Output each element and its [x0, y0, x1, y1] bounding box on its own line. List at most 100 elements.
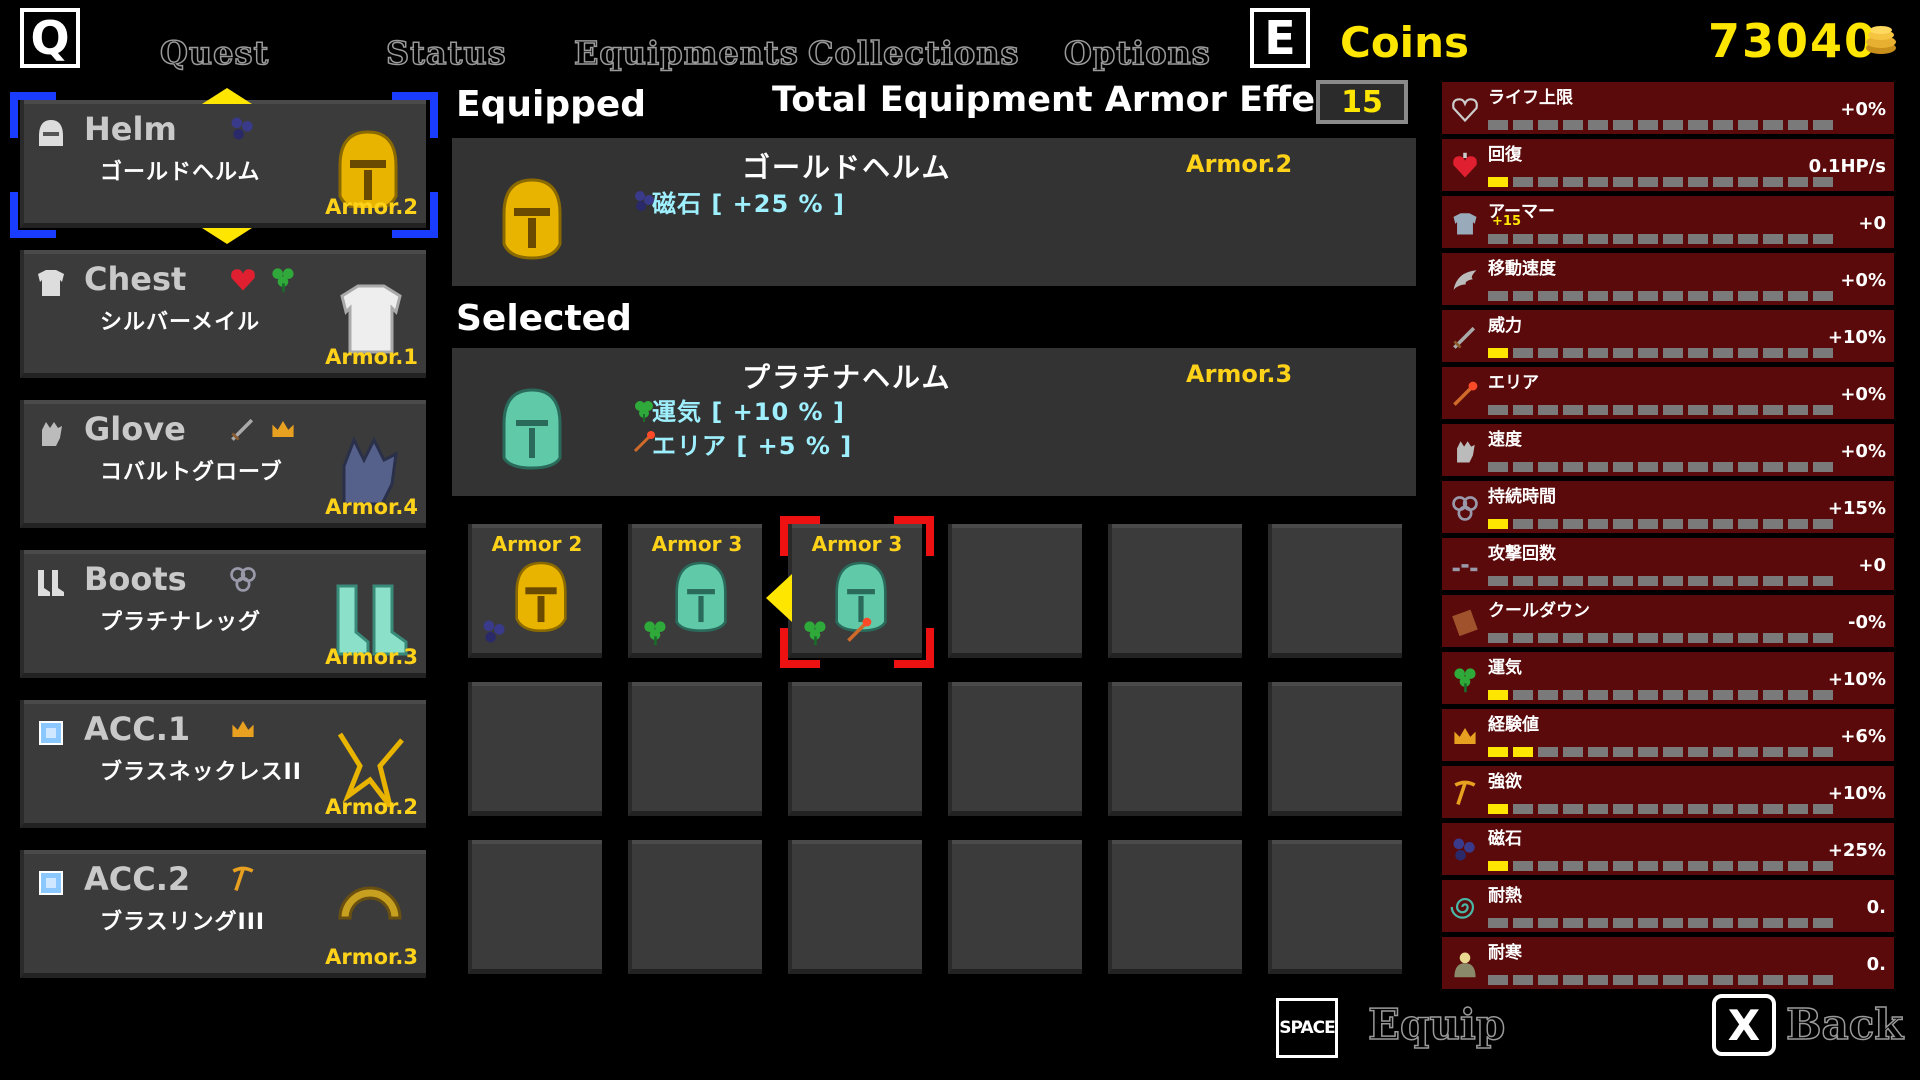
- heart-outline-icon: [1452, 98, 1478, 123]
- inventory-cell[interactable]: [948, 840, 1082, 974]
- stat-bar-segment: [1563, 120, 1583, 130]
- stat-value: +0%: [1840, 384, 1886, 405]
- stat-bar-segment: [1588, 690, 1608, 700]
- stat-bar-segment: [1488, 234, 1508, 244]
- stat-bar-segment: [1688, 975, 1708, 985]
- inventory-cell[interactable]: [468, 840, 602, 974]
- stat-row: クールダウン -0%: [1442, 595, 1894, 647]
- inventory-cell[interactable]: [1268, 524, 1402, 658]
- stat-bar-segment: [1663, 861, 1683, 871]
- stat-bar-segment: [1613, 747, 1633, 757]
- stat-bar-segment: [1713, 918, 1733, 928]
- inventory-cell[interactable]: [1108, 682, 1242, 816]
- q-key-icon[interactable]: Q: [20, 8, 80, 68]
- stat-bar-segment: [1638, 633, 1658, 643]
- stat-label: 移動速度: [1488, 259, 1556, 279]
- scroll-up-arrow-icon[interactable]: [202, 88, 252, 104]
- stat-bar-segment: [1663, 975, 1683, 985]
- stat-row: 攻撃回数 +0: [1442, 538, 1894, 590]
- stat-bar: [1488, 120, 1833, 130]
- stat-bar-segment: [1563, 462, 1583, 472]
- tab-status[interactable]: Status: [385, 33, 507, 73]
- stat-bar-segment: [1738, 747, 1758, 757]
- stat-bar-segment: [1638, 576, 1658, 586]
- grid-cursor-arrow-icon: [766, 574, 792, 622]
- stat-bar-segment: [1513, 348, 1533, 358]
- stat-bar-segment: [1663, 804, 1683, 814]
- stat-bar-segment: [1538, 291, 1558, 301]
- stat-bar-segment: [1788, 348, 1808, 358]
- inventory-cell[interactable]: [948, 524, 1082, 658]
- slot-item-name: プラチナレッグ: [100, 610, 262, 635]
- stat-bar-segment: [1688, 120, 1708, 130]
- inventory-cell[interactable]: [628, 840, 762, 974]
- stat-bar-segment: [1588, 120, 1608, 130]
- stat-bar-segment: [1738, 177, 1758, 187]
- scroll-down-arrow-icon[interactable]: [202, 228, 252, 244]
- x-key-icon[interactable]: X: [1712, 994, 1776, 1056]
- tab-equipments[interactable]: Equipments: [573, 33, 799, 73]
- stat-bar-segment: [1738, 861, 1758, 871]
- slot-acc-2[interactable]: ACC.2 ブラスリングIII Armor.3: [20, 850, 426, 978]
- slot-glove[interactable]: Glove コバルトグローブ Armor.4: [20, 400, 426, 528]
- stat-bar-segment: [1688, 177, 1708, 187]
- space-key-icon[interactable]: SPACE: [1276, 998, 1338, 1058]
- tab-options[interactable]: Options: [1063, 33, 1211, 73]
- e-key-icon[interactable]: E: [1250, 8, 1310, 68]
- stat-bar-segment: [1613, 576, 1633, 586]
- stat-bar-segment: [1488, 405, 1508, 415]
- back-prompt[interactable]: Back: [1785, 999, 1904, 1050]
- stat-bar-segment: [1613, 519, 1633, 529]
- stat-bar-segment: [1488, 918, 1508, 928]
- slot-acc-1[interactable]: ACC.1 ブラスネックレスII Armor.2: [20, 700, 426, 828]
- sword-icon: [1453, 326, 1476, 349]
- stat-bar-segment: [1513, 234, 1533, 244]
- q-key-label: Q: [30, 11, 70, 65]
- stat-bar-segment: [1788, 234, 1808, 244]
- stat-bar-segment: [1813, 804, 1833, 814]
- stat-bar-segment: [1588, 804, 1608, 814]
- stat-bar-segment: [1813, 291, 1833, 301]
- inventory-cell[interactable]: [948, 682, 1082, 816]
- inventory-cell[interactable]: [468, 682, 602, 816]
- slot-helm[interactable]: Helm ゴールドヘルム Armor.2: [20, 100, 426, 228]
- slot-item-name: ブラスネックレスII: [100, 760, 302, 785]
- stat-bar-segment: [1513, 975, 1533, 985]
- inventory-cell[interactable]: [628, 682, 762, 816]
- stat-bar-segment: [1538, 177, 1558, 187]
- stat-bar-segment: [1513, 120, 1533, 130]
- slot-armor-value: Armor.3: [325, 645, 418, 669]
- stat-bar-segment: [1688, 405, 1708, 415]
- inventory-cell[interactable]: [1108, 524, 1242, 658]
- stat-row: ライフ上限 +0%: [1442, 82, 1894, 134]
- slot-title: Helm: [84, 110, 177, 148]
- tab-quest[interactable]: Quest: [159, 33, 269, 73]
- stat-label: 速度: [1488, 430, 1522, 450]
- inventory-cell[interactable]: [1268, 682, 1402, 816]
- selection-corner: [10, 92, 56, 138]
- inventory-cell[interactable]: [788, 682, 922, 816]
- stat-value: +10%: [1827, 327, 1886, 348]
- stat-bar-segment: [1513, 633, 1533, 643]
- grid-selection-corner: [780, 628, 820, 668]
- magnet-icon: [231, 117, 253, 140]
- tab-collections[interactable]: Collections: [807, 33, 1020, 73]
- slot-boots[interactable]: Boots プラチナレッグ Armor.3: [20, 550, 426, 678]
- slot-chest[interactable]: Chest シルバーメイル Armor.1: [20, 250, 426, 378]
- equip-prompt[interactable]: Equip: [1367, 999, 1506, 1050]
- inventory-cell[interactable]: [788, 840, 922, 974]
- inventory-cell[interactable]: [1108, 840, 1242, 974]
- stat-bar-segment: [1638, 918, 1658, 928]
- inventory-cell[interactable]: [1268, 840, 1402, 974]
- stat-value: +25%: [1827, 840, 1886, 861]
- stat-row: エリア +0%: [1442, 367, 1894, 419]
- inventory-cell[interactable]: Armor 3: [628, 524, 762, 658]
- stat-bar-segment: [1613, 177, 1633, 187]
- stat-bar-segment: [1738, 348, 1758, 358]
- stat-bar-segment: [1713, 291, 1733, 301]
- armor-icon: [1453, 213, 1477, 235]
- stat-value: +0%: [1840, 270, 1886, 291]
- stat-bar-segment: [1563, 690, 1583, 700]
- stat-row: 耐熱 0.: [1442, 880, 1894, 932]
- inventory-cell[interactable]: Armor 2: [468, 524, 602, 658]
